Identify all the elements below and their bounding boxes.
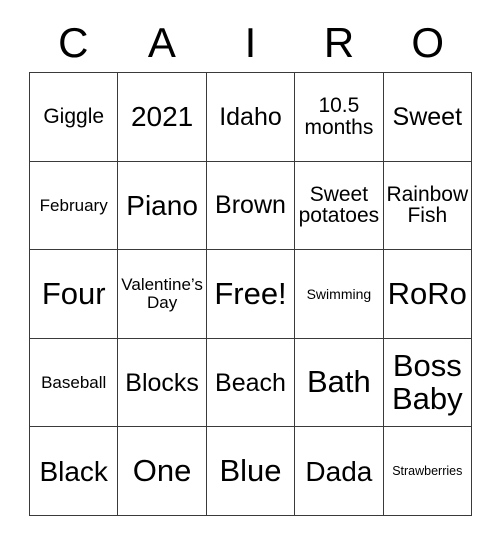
bingo-cell-r4-c2[interactable]: Blocks [118,338,207,428]
bingo-cell-label: Boss Baby [391,348,463,416]
header-letter-3: I [244,19,257,66]
bingo-cell-label: Black [39,455,108,487]
bingo-cell-label: Blue [219,453,282,489]
bingo-cell-label: Dada [305,455,373,487]
bingo-cell-r5-c5[interactable]: Strawberries [383,427,472,516]
bingo-cell-r1-c2[interactable]: 2021 [118,73,207,162]
bingo-header-row: C A I R O [29,14,472,72]
bingo-grid: Giggle 2021 Idaho 10.5 months Sweet February P… [29,72,472,516]
bingo-cell-label: Swimming [306,285,372,302]
bingo-cell-label: Strawberries [392,463,463,478]
bingo-card: C A I R O Giggle 2021 Idaho 10.5 months Swee… [0,0,500,544]
bingo-cell-r3-c5[interactable]: RoRo [383,250,472,339]
header-letter-2: A [147,19,176,66]
bingo-cell-r4-c5[interactable]: Boss Baby [383,338,472,428]
bingo-cell-r3-c1[interactable]: Four [30,250,119,339]
bingo-cell-label: Piano [126,189,198,221]
bingo-cell-r2-c3[interactable]: Brown [206,161,296,251]
bingo-cell-label: February [39,195,108,215]
bingo-cell-label: 2021 [130,101,194,133]
bingo-cell-r2-c5[interactable]: Rainbow Fish [383,161,472,251]
header-letter-1: C [58,19,89,66]
bingo-cell-label: Four [41,275,106,311]
bingo-cell-r3-c2[interactable]: Valentine’s Day [118,250,207,339]
bingo-cell-r1-c3[interactable]: Idaho [206,73,296,162]
bingo-cell-label: Valentine’s Day [121,275,203,312]
bingo-cell-label: Idaho [219,102,282,131]
bingo-cell-label: One [132,453,192,489]
bingo-cell-r1-c4[interactable]: 10.5 months [295,73,384,162]
bingo-cell-label: RoRo [387,275,467,311]
bingo-cell-label: Sweet [392,102,463,131]
bingo-cell-label: Bath [307,364,371,400]
bingo-cell-label: Baseball [41,372,107,392]
bingo-cell-label: Beach [215,368,286,397]
header-letter-5: O [411,19,444,66]
bingo-cell-r1-c1[interactable]: Giggle [30,73,119,162]
bingo-cell-label: Free! [214,275,287,311]
bingo-cell-r4-c1[interactable]: Baseball [30,338,119,428]
bingo-cell-r2-c2[interactable]: Piano [118,161,207,251]
bingo-cell-r5-c1[interactable]: Black [30,427,119,516]
bingo-cell-r2-c4[interactable]: Sweet potatoes [295,161,384,251]
bingo-cell-label: Brown [215,191,286,220]
bingo-cell-label: 10.5 months [304,93,374,139]
bingo-cell-r1-c5[interactable]: Sweet [383,73,472,162]
bingo-cell-r4-c3[interactable]: Beach [206,338,296,428]
bingo-cell-r5-c3[interactable]: Blue [206,427,296,516]
bingo-cell-r3-c4[interactable]: Swimming [295,250,384,339]
bingo-cell-r2-c1[interactable]: February [30,161,119,251]
bingo-cell-label: Sweet potatoes [298,182,380,228]
bingo-cell-label: Rainbow Fish [386,182,469,228]
bingo-cell-r3-c3[interactable]: Free! [206,250,296,339]
bingo-cell-label: Blocks [125,368,199,397]
bingo-cell-label: Giggle [43,104,105,128]
bingo-cell-r5-c2[interactable]: One [118,427,207,516]
header-letter-4: R [323,19,355,66]
bingo-cell-r4-c4[interactable]: Bath [295,338,384,428]
bingo-cell-r5-c4[interactable]: Dada [295,427,384,516]
